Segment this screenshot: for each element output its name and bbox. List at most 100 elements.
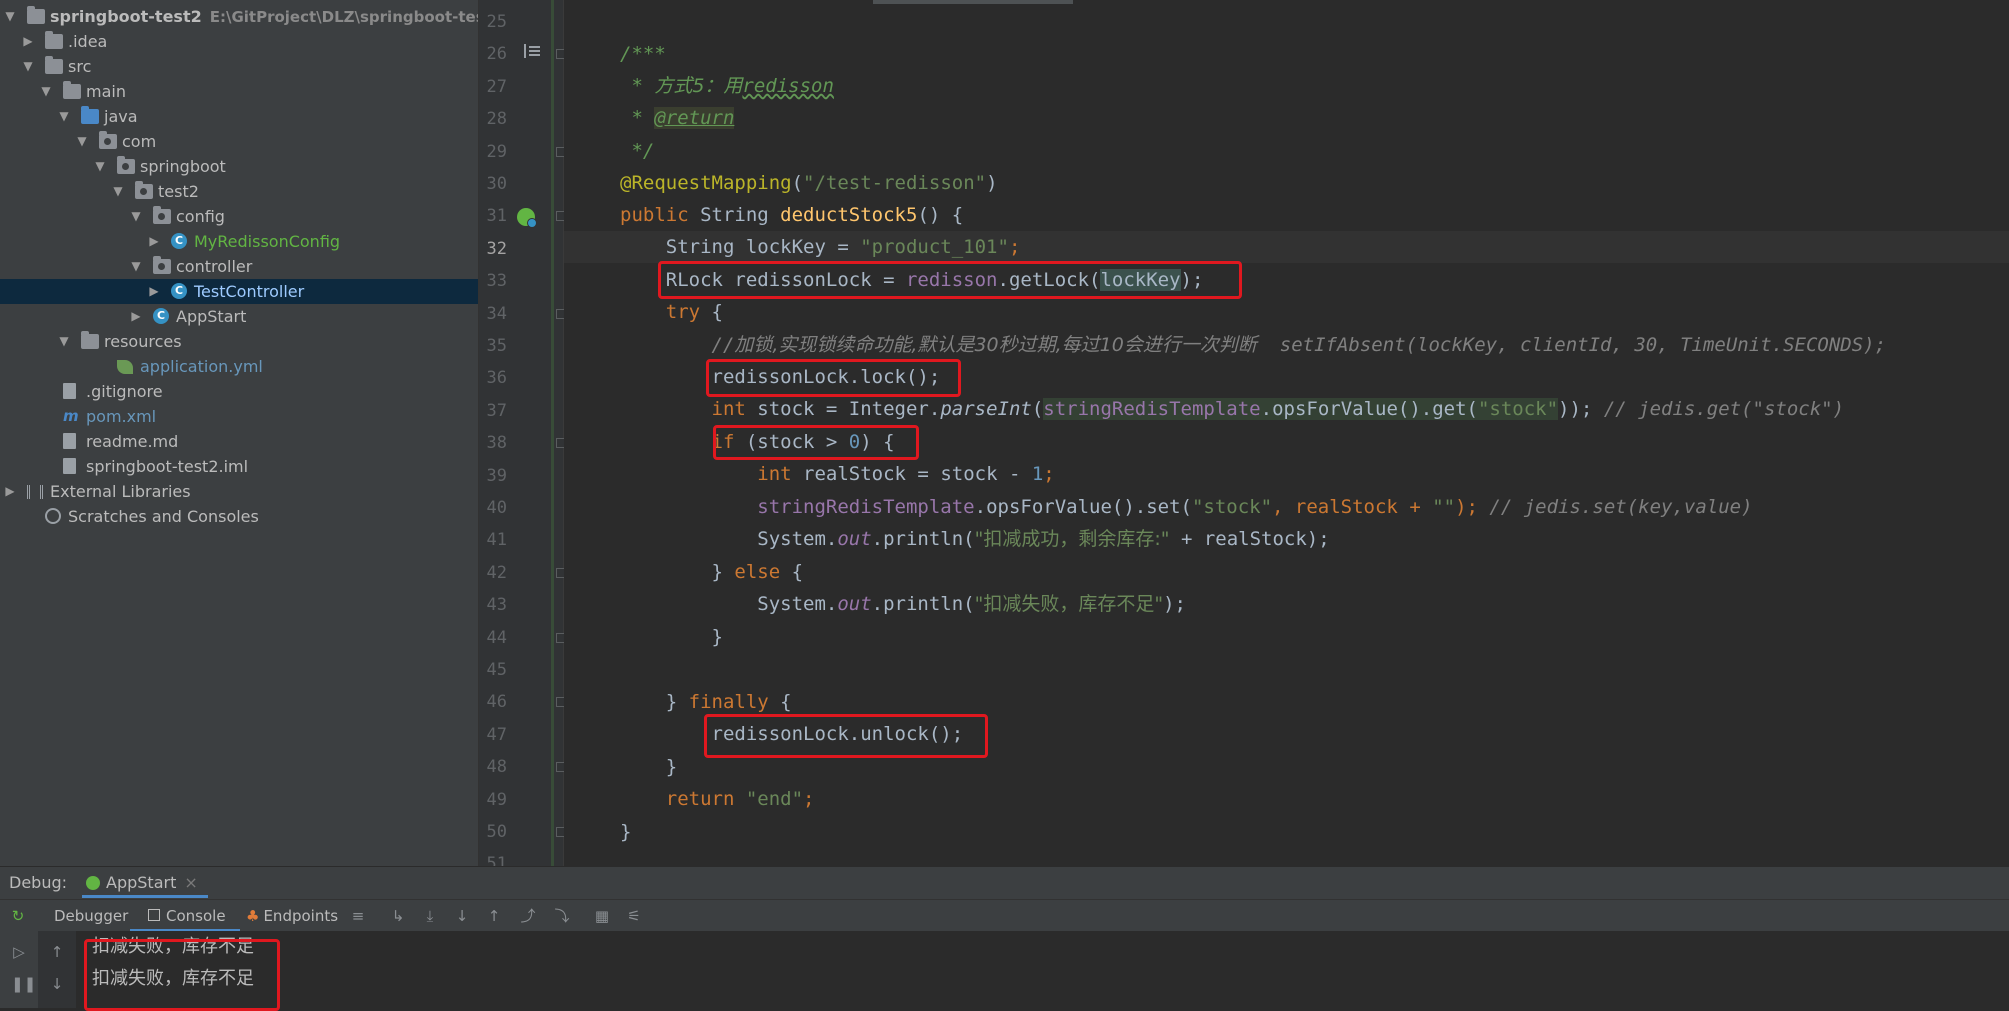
documentation-icon[interactable] bbox=[524, 44, 542, 58]
chevron-right-icon[interactable]: ▶ bbox=[129, 304, 143, 329]
console-scroll-rail: ↑ ↓ bbox=[38, 931, 76, 1008]
tree-item-application-yml[interactable]: application.yml bbox=[0, 354, 478, 379]
code-line-32: String lockKey = "product_101"; bbox=[564, 231, 2009, 263]
chevron-right-icon[interactable]: ▶ bbox=[147, 229, 161, 254]
chevron-down-icon[interactable]: ▼ bbox=[57, 104, 71, 129]
project-root-path: E:\GitProject\DLZ\springboot-test2 bbox=[209, 8, 479, 26]
chevron-down-icon[interactable]: ▼ bbox=[39, 79, 53, 104]
tree-item-pom-xml[interactable]: m pom.xml bbox=[0, 404, 478, 429]
endpoints-icon: ♣ bbox=[246, 907, 260, 925]
tree-item-config[interactable]: ▼ config bbox=[0, 204, 478, 229]
chevron-down-icon[interactable]: ▼ bbox=[3, 4, 17, 29]
tab-console[interactable]: Console bbox=[130, 900, 240, 932]
code-line-49: return "end"; bbox=[665, 788, 815, 810]
chevron-down-icon[interactable]: ▼ bbox=[129, 204, 143, 229]
tree-item-controller[interactable]: ▼ controller bbox=[0, 254, 478, 279]
drop-frame-icon[interactable]: ⤵ bbox=[554, 909, 570, 924]
close-icon[interactable]: × bbox=[184, 873, 197, 892]
tree-item-main[interactable]: ▼ main bbox=[0, 79, 478, 104]
project-tool-window: ▼ springboot-test2 E:\GitProject\DLZ\spri… bbox=[0, 0, 479, 866]
menu-icon[interactable]: ≡ bbox=[350, 909, 366, 924]
code-line-42: } else { bbox=[620, 561, 804, 583]
arrow-down-icon[interactable]: ↓ bbox=[49, 977, 65, 992]
chevron-right-icon[interactable]: ▶ bbox=[3, 479, 17, 504]
tree-item-appstart[interactable]: ▶ C AppStart bbox=[0, 304, 478, 329]
chevron-down-icon[interactable]: ▼ bbox=[129, 254, 143, 279]
code-line-39: int realStock = stock - 1; bbox=[757, 463, 1055, 485]
run-to-cursor-icon[interactable]: ⤴ bbox=[520, 909, 536, 924]
tree-item-idea[interactable]: ▶ .idea bbox=[0, 29, 478, 54]
tree-item-label: AppStart bbox=[176, 307, 247, 326]
tree-item-label: com bbox=[122, 132, 157, 151]
highlight-getlock bbox=[658, 261, 1242, 299]
step-out-icon[interactable]: ↑ bbox=[486, 909, 502, 924]
spring-bean-icon[interactable] bbox=[517, 208, 537, 228]
code-line-30: @RequestMapping("/test-redisson") bbox=[620, 172, 998, 194]
step-into-icon[interactable]: ↓ bbox=[454, 909, 470, 924]
chevron-down-icon[interactable]: ▼ bbox=[21, 54, 35, 79]
tree-item-label: config bbox=[176, 207, 225, 226]
package-icon bbox=[153, 256, 171, 274]
evaluate-icon[interactable]: ▦ bbox=[594, 909, 610, 924]
line-number: 35 bbox=[486, 336, 507, 356]
yaml-file-icon bbox=[117, 360, 133, 374]
resume-icon[interactable]: ▷ bbox=[11, 945, 27, 960]
tree-item-external-libraries[interactable]: ▶ External Libraries bbox=[0, 479, 478, 504]
package-icon bbox=[99, 131, 117, 149]
chevron-down-icon[interactable]: ▼ bbox=[75, 129, 89, 154]
horizontal-scrollbar[interactable] bbox=[873, 0, 1073, 4]
tree-item-label: readme.md bbox=[86, 432, 179, 451]
tree-item-java[interactable]: ▼ java bbox=[0, 104, 478, 129]
tree-item-myredissonconfig[interactable]: ▶ C MyRedissonConfig bbox=[0, 229, 478, 254]
package-icon bbox=[153, 206, 171, 224]
tree-item-springboot-test2-iml[interactable]: springboot-test2.iml bbox=[0, 454, 478, 479]
tab-debugger[interactable]: Debugger bbox=[54, 900, 128, 932]
folder-icon bbox=[63, 81, 81, 99]
step-over-icon[interactable]: ⤓ bbox=[422, 909, 438, 924]
pause-icon[interactable]: ❚❚ bbox=[11, 977, 36, 992]
tree-item-gitignore[interactable]: .gitignore bbox=[0, 379, 478, 404]
highlight-lock bbox=[706, 359, 961, 397]
tree-item-test2[interactable]: ▼ test2 bbox=[0, 179, 478, 204]
settings-icon[interactable]: ⚟ bbox=[626, 909, 642, 924]
tree-item-label: Scratches and Consoles bbox=[68, 507, 259, 526]
show-execution-point-icon[interactable]: ↳ bbox=[390, 909, 406, 924]
code-line-34: try { bbox=[665, 301, 723, 323]
resources-folder-icon bbox=[81, 331, 99, 349]
line-number: 40 bbox=[486, 498, 507, 518]
line-number: 28 bbox=[486, 109, 507, 130]
tree-item-label: main bbox=[86, 82, 126, 101]
arrow-up-icon[interactable]: ↑ bbox=[49, 945, 65, 960]
code-line-41: System.out.println("扣减成功，剩余库存:" + realSt… bbox=[620, 528, 1330, 550]
tree-item-springboot[interactable]: ▼ springboot bbox=[0, 154, 478, 179]
tree-item-readme-md[interactable]: readme.md bbox=[0, 429, 478, 454]
chevron-right-icon[interactable]: ▶ bbox=[147, 279, 161, 304]
debug-tab-appstart[interactable]: AppStart × bbox=[82, 867, 208, 898]
rerun-icon[interactable]: ↻ bbox=[10, 909, 26, 924]
line-number: 25 bbox=[486, 12, 507, 32]
tree-item-label: springboot-test2.iml bbox=[86, 457, 249, 476]
line-number: 48 bbox=[486, 757, 507, 778]
class-icon: C bbox=[171, 233, 187, 249]
console-output[interactable] bbox=[76, 931, 2009, 1008]
tree-item-label: test2 bbox=[158, 182, 199, 201]
chevron-down-icon[interactable]: ▼ bbox=[57, 329, 71, 354]
tree-item-resources[interactable]: ▼ resources bbox=[0, 329, 478, 354]
folder-icon bbox=[27, 6, 45, 24]
tree-item-testcontroller[interactable]: ▶ C TestController bbox=[0, 279, 478, 304]
chevron-down-icon[interactable]: ▼ bbox=[93, 154, 107, 179]
project-root-row[interactable]: ▼ springboot-test2 E:\GitProject\DLZ\spri… bbox=[0, 4, 478, 29]
folder-icon bbox=[45, 56, 63, 74]
line-number: 39 bbox=[486, 465, 507, 486]
source-folder-icon bbox=[81, 106, 99, 124]
tree-item-com[interactable]: ▼ com bbox=[0, 129, 478, 154]
tree-item-label: springboot bbox=[140, 157, 226, 176]
tree-item-scratches-and-consoles[interactable]: Scratches and Consoles bbox=[0, 504, 478, 529]
chevron-right-icon[interactable]: ▶ bbox=[21, 29, 35, 54]
tree-item-src[interactable]: ▼ src bbox=[0, 54, 478, 79]
file-icon bbox=[63, 383, 76, 399]
code-line-27: * 方式5：用redisson bbox=[620, 75, 834, 97]
chevron-down-icon[interactable]: ▼ bbox=[111, 179, 125, 204]
tab-endpoints[interactable]: ♣ Endpoints bbox=[246, 900, 338, 932]
spring-boot-class-icon: C bbox=[153, 308, 169, 324]
